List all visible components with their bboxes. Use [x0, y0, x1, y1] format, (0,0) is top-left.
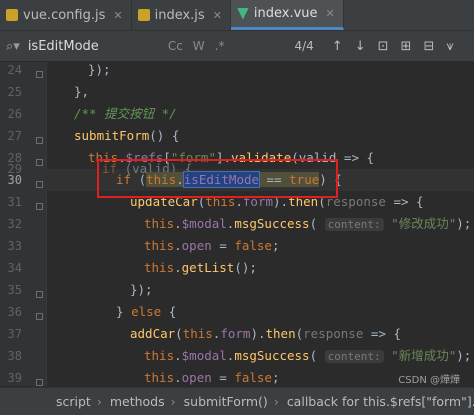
code-line: addCar(this.form).then(response => { — [130, 326, 401, 341]
line-number-current: 30 — [7, 173, 22, 187]
code-line: this.$modal.msgSuccess( content: "新增成功")… — [144, 348, 472, 363]
code-line: }); — [130, 282, 153, 297]
fold-marker[interactable] — [36, 291, 43, 298]
vue-file-icon — [236, 7, 249, 20]
fold-marker[interactable] — [36, 313, 43, 320]
line-number: 24 — [7, 63, 22, 77]
code-string: "新增成功" — [391, 348, 457, 363]
chevron-right-icon: › — [170, 394, 176, 409]
code-line: }, — [74, 84, 90, 99]
code-comment: /** 提交按钮 */ — [74, 106, 177, 121]
code-line: /** 提交按钮 */ — [74, 103, 177, 125]
match-case-toggle[interactable]: Cc — [168, 39, 183, 53]
fold-marker[interactable] — [36, 203, 43, 210]
js-file-icon — [6, 9, 18, 21]
fold-marker[interactable] — [36, 379, 43, 386]
parameter-hint: content: — [324, 218, 384, 231]
find-bar: ⌕▾ isEditMode Cc W .* 4/4 ↑ ↓ ⊡ ⊞ ⊟ ⩛ — [0, 31, 474, 62]
line-number: 34 — [7, 261, 22, 275]
annotation-highlight-box — [97, 159, 338, 198]
js-file-icon — [137, 9, 150, 21]
line-number: 38 — [7, 349, 22, 363]
breadcrumb: script › methods › submitForm() › callba… — [0, 387, 474, 415]
select-all-occurrences-icon[interactable]: ⊡ — [378, 39, 389, 54]
breadcrumb-item[interactable]: callback for this.$refs["form"].validate… — [287, 394, 474, 409]
whole-word-toggle[interactable]: W — [193, 39, 205, 53]
close-icon[interactable]: ✕ — [113, 9, 122, 22]
code-line: this.$modal.msgSuccess( content: "修改成功")… — [144, 216, 472, 231]
code-editor[interactable]: }); }, /** 提交按钮 */ submitForm() { this.$… — [46, 62, 474, 386]
line-number: 32 — [7, 217, 22, 231]
breadcrumb-item[interactable]: methods — [110, 394, 165, 409]
code-line: } else { — [116, 304, 177, 319]
code-line: }); — [88, 62, 111, 77]
code-line: this.getList(); — [144, 260, 257, 275]
line-number: 39 — [7, 371, 22, 385]
line-number: 37 — [7, 327, 22, 341]
close-icon[interactable]: ✕ — [326, 7, 335, 20]
fold-marker[interactable] — [36, 71, 43, 78]
breadcrumb-item[interactable]: script — [56, 394, 91, 409]
line-number-gutter: 24 25 26 27 28 29 30 31 32 33 34 35 36 3… — [0, 62, 47, 386]
code-line: submitForm() { — [74, 128, 180, 143]
chevron-right-icon: › — [96, 394, 102, 409]
search-input[interactable]: isEditMode — [28, 39, 168, 54]
fold-marker[interactable] — [36, 181, 43, 188]
fold-marker[interactable] — [36, 159, 43, 166]
tab-index-vue[interactable]: index.vue ✕ — [230, 0, 344, 30]
watermark: CSDN @燁燁 — [398, 375, 460, 386]
remove-selection-icon[interactable]: ⊟ — [423, 39, 434, 54]
match-count: 4/4 — [294, 39, 314, 53]
chevron-right-icon: › — [273, 394, 279, 409]
tab-label: vue.config.js — [23, 7, 106, 23]
line-number: 27 — [7, 129, 22, 143]
tab-vue-config-js[interactable]: vue.config.js ✕ — [0, 0, 132, 30]
line-number: 26 — [7, 107, 22, 121]
arrow-down-icon[interactable]: ↓ — [355, 39, 366, 54]
line-number: 35 — [7, 283, 22, 297]
close-icon[interactable]: ✕ — [213, 9, 222, 22]
code-line: this.open = false; — [144, 370, 280, 385]
parameter-hint: content: — [324, 350, 384, 363]
line-number: 31 — [7, 195, 22, 209]
editor-tab-bar: vue.config.js ✕ index.js ✕ index.vue ✕ — [0, 0, 474, 31]
tab-label: index.js — [154, 7, 205, 23]
line-number: 25 — [7, 85, 22, 99]
code-string: "修改成功" — [391, 216, 457, 231]
regex-toggle[interactable]: .* — [215, 39, 225, 53]
line-number: 33 — [7, 239, 22, 253]
add-selection-icon[interactable]: ⊞ — [401, 39, 412, 54]
line-number: 36 — [7, 305, 22, 319]
tab-label: index.vue — [253, 6, 318, 21]
arrow-up-icon[interactable]: ↑ — [332, 39, 343, 54]
breadcrumb-item[interactable]: submitForm() — [184, 394, 268, 409]
fold-marker[interactable] — [36, 137, 43, 144]
filter-icon[interactable]: ⩛ — [446, 39, 453, 54]
search-icon[interactable]: ⌕▾ — [6, 39, 20, 54]
tab-index-js[interactable]: index.js ✕ — [132, 0, 231, 30]
code-line: this.open = false; — [144, 238, 280, 253]
